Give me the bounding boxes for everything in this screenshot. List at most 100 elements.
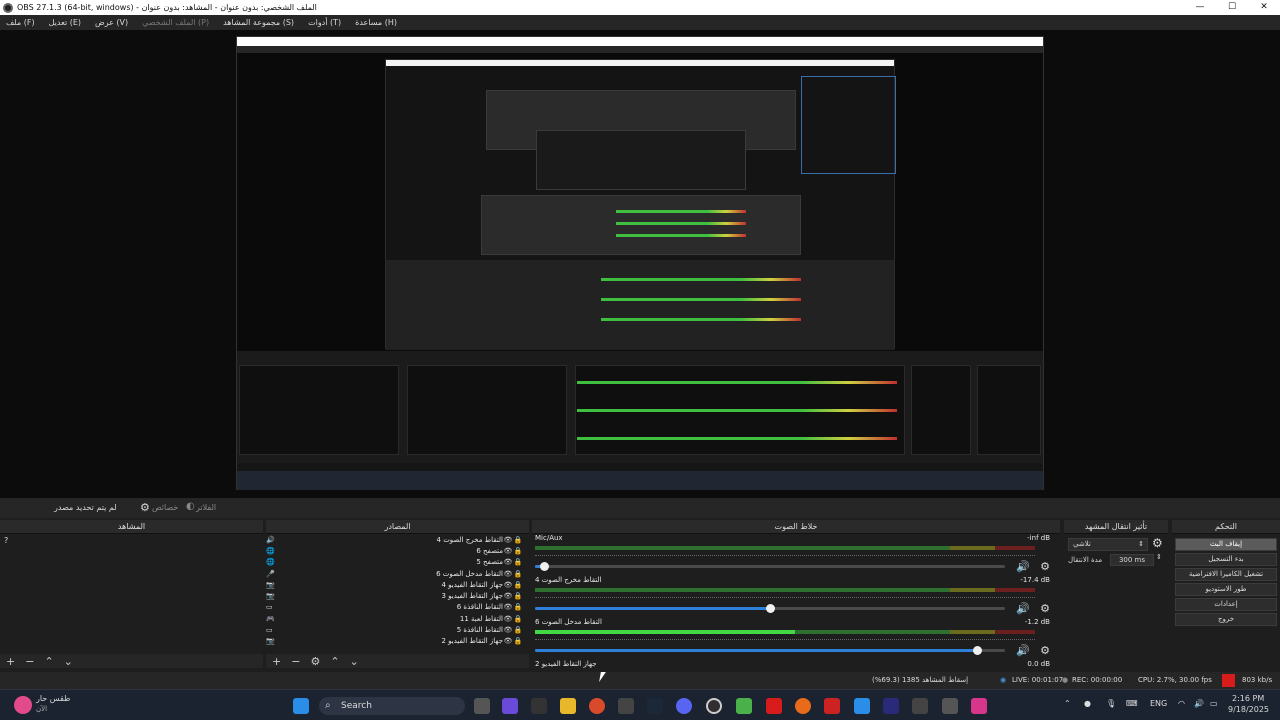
lock-icon[interactable]: 🔒 — [513, 637, 523, 645]
close-button[interactable]: ✕ — [1248, 0, 1280, 15]
source-row[interactable]: 🎮 التقاط لعبة 11 👁 🔒 — [266, 613, 529, 624]
start-recording-button[interactable]: بدء التسجيل — [1175, 553, 1277, 566]
instagram-icon[interactable] — [971, 698, 987, 714]
menu-edit[interactable]: تعديل (E) — [49, 18, 81, 27]
volume-slider[interactable] — [535, 562, 1005, 571]
speaker-icon[interactable]: 🔊 — [1016, 560, 1030, 573]
eye-icon[interactable]: 👁 — [503, 637, 513, 645]
settings-button[interactable]: إعدادات — [1175, 598, 1277, 611]
add-source-icon[interactable]: + — [272, 655, 281, 668]
source-row[interactable]: ▭ التقاط النافذة 5 👁 🔒 — [266, 624, 529, 635]
speaker-icon[interactable]: 🔊 — [1016, 644, 1030, 657]
tray-icon[interactable]: ● — [1084, 699, 1091, 708]
clock-date[interactable]: 9/18/2025 — [1228, 705, 1269, 714]
volume-icon[interactable]: 🔊 — [1194, 699, 1204, 708]
app-icon[interactable] — [942, 698, 958, 714]
chevron-up-icon[interactable]: ⌃ — [1064, 699, 1071, 708]
lock-icon[interactable]: 🔒 — [513, 536, 523, 544]
app-icon[interactable] — [766, 698, 782, 714]
keyboard-icon[interactable]: ⌨ — [1126, 699, 1138, 708]
eye-icon[interactable]: 👁 — [503, 558, 513, 566]
gear-icon[interactable]: ⚙ — [1040, 644, 1050, 657]
app-icon[interactable] — [912, 698, 928, 714]
premiere-icon[interactable] — [883, 698, 899, 714]
source-settings-icon[interactable]: ⚙ — [310, 655, 320, 668]
lock-icon[interactable]: 🔒 — [513, 603, 523, 611]
menu-file[interactable]: ملف (F) — [6, 18, 35, 27]
wifi-icon[interactable]: ◠ — [1178, 699, 1185, 708]
lock-icon[interactable]: 🔒 — [513, 615, 523, 623]
microphone-icon[interactable]: 🎙 — [1106, 699, 1116, 708]
battery-icon[interactable]: ▭ — [1210, 699, 1218, 708]
eye-icon[interactable]: 👁 — [503, 603, 513, 611]
lock-icon[interactable]: 🔒 — [513, 626, 523, 634]
source-row[interactable]: 📷 جهاز التقاط الفيديو 2 👁 🔒 — [266, 636, 529, 647]
source-row[interactable]: 🌐 متصفح 5 👁 🔒 — [266, 557, 529, 568]
move-up-icon[interactable]: ⌃ — [44, 655, 53, 668]
menu-help[interactable]: مساعدة (H) — [355, 18, 397, 27]
source-row[interactable]: 📷 جهاز التقاط الفيديو 3 👁 🔒 — [266, 590, 529, 601]
volume-slider[interactable] — [535, 604, 1005, 613]
source-row[interactable]: ▭ التقاط النافذة 6 👁 🔒 — [266, 602, 529, 613]
obs-icon[interactable] — [706, 698, 722, 714]
app-icon[interactable] — [618, 698, 634, 714]
eye-icon[interactable]: 👁 — [503, 592, 513, 600]
eye-icon[interactable]: 👁 — [503, 626, 513, 634]
gear-icon[interactable]: ⚙ — [1152, 536, 1163, 550]
virtual-camera-button[interactable]: تشغيل الكاميرا الافتراضية — [1175, 568, 1277, 581]
lock-icon[interactable]: 🔒 — [513, 592, 523, 600]
taskbar-search[interactable]: ⌕ Search — [319, 697, 465, 715]
lock-icon[interactable]: 🔒 — [513, 581, 523, 589]
epic-games-icon[interactable] — [531, 698, 547, 714]
filters-button[interactable]: الفلاتر — [196, 503, 216, 512]
source-row[interactable]: 🎤 التقاط مدخل الصوت 6 👁 🔒 — [266, 568, 529, 579]
lock-icon[interactable]: 🔒 — [513, 570, 523, 578]
file-explorer-icon[interactable] — [560, 698, 576, 714]
copilot-icon[interactable] — [502, 698, 518, 714]
eye-icon[interactable]: 👁 — [503, 615, 513, 623]
minimize-button[interactable]: — — [1184, 0, 1216, 15]
eye-icon[interactable]: 👁 — [503, 547, 513, 555]
windows-start-icon[interactable] — [293, 698, 309, 714]
studio-mode-button[interactable]: طور الاستوديو — [1175, 583, 1277, 596]
app-icon[interactable] — [854, 698, 870, 714]
app-icon[interactable] — [736, 698, 752, 714]
maximize-button[interactable]: ☐ — [1216, 0, 1248, 15]
stop-streaming-button[interactable]: إيقاف البث — [1175, 538, 1277, 551]
gear-icon[interactable]: ⚙ — [1040, 560, 1050, 573]
move-down-icon[interactable]: ⌄ — [350, 655, 359, 668]
weather-label[interactable]: طقس حار — [36, 694, 70, 703]
app-icon[interactable] — [824, 698, 840, 714]
menu-scene-collection[interactable]: مجموعة المشاهد (S) — [223, 18, 294, 27]
lock-icon[interactable]: 🔒 — [513, 547, 523, 555]
eye-icon[interactable]: 👁 — [503, 570, 513, 578]
move-up-icon[interactable]: ⌃ — [330, 655, 339, 668]
chrome-icon[interactable] — [589, 698, 605, 714]
source-row[interactable]: 🔊 التقاط مخرج الصوت 4 👁 🔒 — [266, 534, 529, 545]
add-scene-icon[interactable]: + — [6, 655, 15, 668]
gear-icon[interactable]: ⚙ — [1040, 602, 1050, 615]
transition-select[interactable]: تلاشي ⇕ — [1068, 538, 1148, 551]
language-indicator[interactable]: ENG — [1150, 699, 1167, 708]
eye-icon[interactable]: 👁 — [503, 581, 513, 589]
menu-tools[interactable]: أدوات (T) — [308, 18, 341, 27]
discord-icon[interactable] — [676, 698, 692, 714]
spin-icon[interactable]: ⇕ — [1156, 553, 1162, 561]
scene-item[interactable]: ? — [0, 534, 263, 547]
speaker-icon[interactable]: 🔊 — [1016, 602, 1030, 615]
remove-source-icon[interactable]: − — [291, 655, 300, 668]
volume-slider[interactable] — [535, 646, 1005, 655]
source-row[interactable]: 🌐 متصفح 6 👁 🔒 — [266, 545, 529, 556]
menu-view[interactable]: عرض (V) — [95, 18, 128, 27]
duration-input[interactable]: 300 ms — [1110, 554, 1154, 566]
properties-button[interactable]: خصائص — [152, 503, 178, 512]
task-view-icon[interactable] — [474, 698, 490, 714]
steam-icon[interactable] — [647, 698, 663, 714]
move-down-icon[interactable]: ⌄ — [64, 655, 73, 668]
lock-icon[interactable]: 🔒 — [513, 558, 523, 566]
remove-scene-icon[interactable]: − — [25, 655, 34, 668]
source-row[interactable]: 📷 جهاز التقاط الفيديو 4 👁 🔒 — [266, 579, 529, 590]
exit-button[interactable]: خروج — [1175, 613, 1277, 626]
eye-icon[interactable]: 👁 — [503, 536, 513, 544]
clock-time[interactable]: 2:16 PM — [1232, 694, 1264, 703]
